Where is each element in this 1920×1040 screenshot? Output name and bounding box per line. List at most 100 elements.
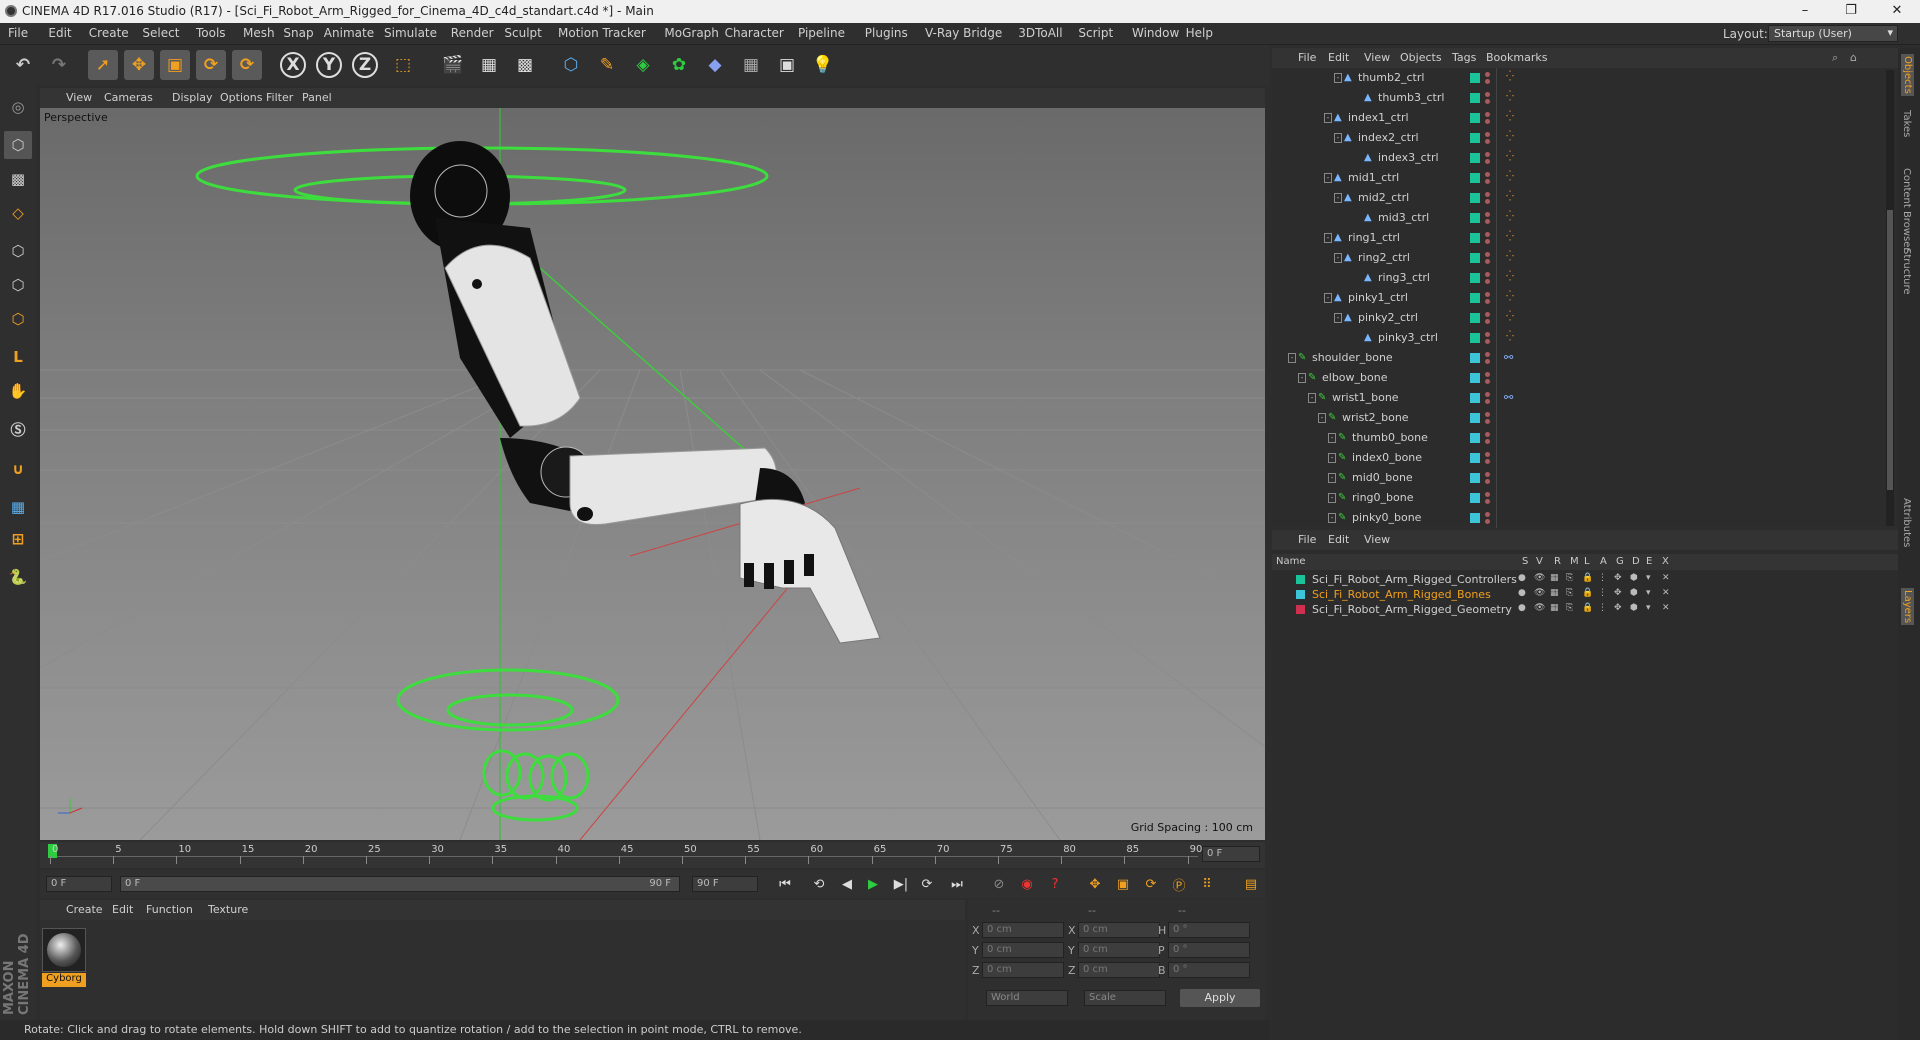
- editor-visibility-dot[interactable]: [1485, 452, 1490, 457]
- record-keys-icon[interactable]: ⊘: [988, 873, 1010, 895]
- object-menu-file[interactable]: File: [1298, 51, 1316, 64]
- layout-dropdown[interactable]: Startup (User) ▾: [1768, 25, 1898, 42]
- layer-color-swatch[interactable]: [1470, 513, 1480, 523]
- layer-flag-icon[interactable]: ⎘: [1566, 588, 1573, 598]
- material-swatch-cyborg[interactable]: [42, 928, 86, 972]
- layer-column-l[interactable]: L: [1584, 556, 1590, 567]
- object-row-elbow-bone[interactable]: - ✎ elbow_bone: [1272, 368, 1882, 388]
- menu-select[interactable]: Select: [142, 26, 179, 40]
- make-editable-icon[interactable]: ◎: [4, 93, 32, 121]
- layer-flag-icon[interactable]: 👁: [1534, 603, 1545, 613]
- layer-flag-icon[interactable]: ▾: [1646, 588, 1651, 598]
- menu-file[interactable]: File: [8, 26, 28, 40]
- render-visibility-dot[interactable]: [1485, 419, 1490, 424]
- layer-color-swatch[interactable]: [1470, 393, 1480, 403]
- constraint-tag-icon[interactable]: ⁛: [1506, 331, 1514, 342]
- coord-value-field[interactable]: 0 °: [1168, 942, 1250, 958]
- key-parameter-icon[interactable]: Ⓟ: [1168, 873, 1190, 895]
- layer-color-swatch[interactable]: [1470, 153, 1480, 163]
- layer-color-swatch[interactable]: [1470, 313, 1480, 323]
- points-mode-icon[interactable]: ⬡: [4, 237, 32, 265]
- editor-visibility-dot[interactable]: [1485, 332, 1490, 337]
- layer-flag-icon[interactable]: ▦: [1550, 588, 1559, 598]
- light-icon[interactable]: 💡: [808, 50, 838, 80]
- constraint-tag-icon[interactable]: ⁛: [1506, 191, 1514, 202]
- menu-character[interactable]: Character: [725, 26, 784, 40]
- move-icon[interactable]: ✥: [124, 50, 154, 80]
- object-row-index0-bone[interactable]: - ✎ index0_bone: [1272, 448, 1882, 468]
- expand-toggle-icon[interactable]: -: [1328, 433, 1336, 443]
- magnet-icon[interactable]: ∪: [4, 455, 32, 483]
- object-row-pinky0-bone[interactable]: - ✎ pinky0_bone: [1272, 508, 1882, 528]
- viewport[interactable]: Perspective Grid Spacing : 100 cm ✥ ⇕ ⟲ …: [40, 108, 1265, 840]
- coord-value-field[interactable]: 0 °: [1168, 922, 1250, 938]
- menu-motion-tracker[interactable]: Motion Tracker: [558, 26, 646, 40]
- constraint-tag-icon[interactable]: ⁛: [1506, 271, 1514, 282]
- object-row-mid0-bone[interactable]: - ✎ mid0_bone: [1272, 468, 1882, 488]
- side-tab-structure[interactable]: Structure: [1901, 248, 1912, 295]
- editor-visibility-dot[interactable]: [1485, 152, 1490, 157]
- floor-icon[interactable]: ▦: [736, 50, 766, 80]
- object-row-mid1-ctrl[interactable]: - ▲ mid1_ctrl ⁛: [1272, 168, 1882, 188]
- axis-mode-icon[interactable]: L: [4, 343, 32, 371]
- timeline-window-icon[interactable]: ▤: [1240, 873, 1262, 895]
- object-row-mid2-ctrl[interactable]: - ▲ mid2_ctrl ⁛: [1272, 188, 1882, 208]
- layer-color-swatch[interactable]: [1470, 493, 1480, 503]
- editor-visibility-dot[interactable]: [1485, 192, 1490, 197]
- layer-flag-icon[interactable]: ▾: [1646, 573, 1651, 583]
- coord-value-field[interactable]: 0 cm: [982, 942, 1064, 958]
- layer-column-name[interactable]: Name: [1276, 556, 1306, 567]
- coord-value-field[interactable]: 0 cm: [1078, 962, 1160, 978]
- editor-visibility-dot[interactable]: [1485, 252, 1490, 257]
- expand-toggle-icon[interactable]: -: [1324, 113, 1332, 123]
- expand-toggle-icon[interactable]: -: [1328, 453, 1336, 463]
- coord-size-dropdown[interactable]: Scale: [1084, 990, 1166, 1006]
- render-visibility-dot[interactable]: [1485, 279, 1490, 284]
- material-menu-texture[interactable]: Texture: [208, 903, 248, 916]
- start-frame-field[interactable]: 0 F: [46, 876, 112, 892]
- editor-visibility-dot[interactable]: [1485, 232, 1490, 237]
- object-menu-edit[interactable]: Edit: [1328, 51, 1349, 64]
- editor-visibility-dot[interactable]: [1485, 112, 1490, 117]
- coordinate-system-icon[interactable]: ⬚: [388, 50, 418, 80]
- viewport-menu-display[interactable]: Display: [172, 91, 213, 104]
- editor-visibility-dot[interactable]: [1485, 432, 1490, 437]
- viewport-menu-cameras[interactable]: Cameras: [104, 91, 153, 104]
- edges-mode-icon[interactable]: ⬡: [4, 271, 32, 299]
- editor-visibility-dot[interactable]: [1485, 392, 1490, 397]
- render-visibility-dot[interactable]: [1485, 339, 1490, 344]
- key-position-icon[interactable]: ✥: [1084, 873, 1106, 895]
- search-icon[interactable]: ⌕: [1832, 51, 1838, 65]
- editor-visibility-dot[interactable]: [1485, 372, 1490, 377]
- object-row-shoulder-bone[interactable]: - ✎ shoulder_bone ⚯: [1272, 348, 1882, 368]
- snap-icon[interactable]: Ⓢ: [4, 415, 32, 443]
- layer-column-r[interactable]: R: [1554, 556, 1561, 567]
- render-visibility-dot[interactable]: [1485, 179, 1490, 184]
- model-mode-icon[interactable]: ⬡: [4, 131, 32, 159]
- menu-tools[interactable]: Tools: [196, 26, 226, 40]
- editor-visibility-dot[interactable]: [1485, 312, 1490, 317]
- layer-flag-icon[interactable]: ✕: [1662, 588, 1670, 598]
- cube-icon[interactable]: ⬡: [556, 50, 586, 80]
- object-row-pinky3-ctrl[interactable]: ▲ pinky3_ctrl ⁛: [1272, 328, 1882, 348]
- layer-column-g[interactable]: G: [1616, 556, 1624, 567]
- expand-toggle-icon[interactable]: -: [1334, 73, 1342, 83]
- rotate-icon[interactable]: ⟳: [196, 50, 226, 80]
- render-visibility-dot[interactable]: [1485, 519, 1490, 524]
- object-row-ring2-ctrl[interactable]: - ▲ ring2_ctrl ⁛: [1272, 248, 1882, 268]
- coord-value-field[interactable]: 0 cm: [1078, 942, 1160, 958]
- coord-value-field[interactable]: 0 cm: [982, 962, 1064, 978]
- constraint-tag-icon[interactable]: ⁛: [1506, 91, 1514, 102]
- render-visibility-dot[interactable]: [1485, 319, 1490, 324]
- camera-icon[interactable]: ▣: [772, 50, 802, 80]
- coord-value-field[interactable]: 0 °: [1168, 962, 1250, 978]
- object-row-index3-ctrl[interactable]: ▲ index3_ctrl ⁛: [1272, 148, 1882, 168]
- menu-sculpt[interactable]: Sculpt: [504, 26, 541, 40]
- object-row-pinky2-ctrl[interactable]: - ▲ pinky2_ctrl ⁛: [1272, 308, 1882, 328]
- layer-color-swatch[interactable]: [1470, 133, 1480, 143]
- layer-flag-icon[interactable]: ●: [1518, 603, 1526, 613]
- render-visibility-dot[interactable]: [1485, 99, 1490, 104]
- layer-flag-icon[interactable]: ●: [1518, 588, 1526, 598]
- layer-color-swatch[interactable]: [1296, 605, 1305, 614]
- workplane-icon[interactable]: ◇: [4, 199, 32, 227]
